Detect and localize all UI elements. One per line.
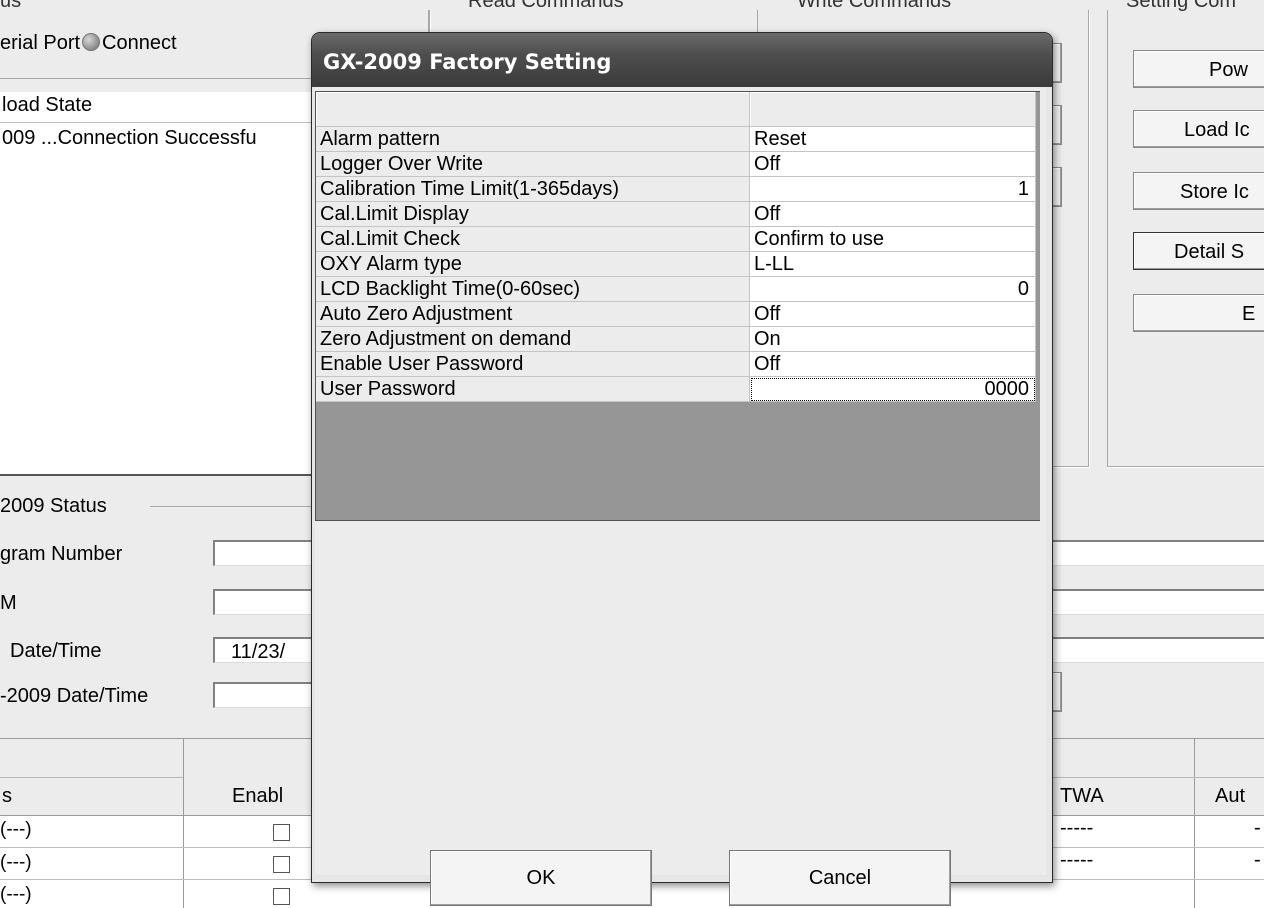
gx2009-date-time-label: -2009 Date/Time	[0, 685, 149, 707]
header-cell-name	[316, 92, 750, 127]
property-grid-header	[316, 92, 1036, 127]
enable-checkbox[interactable]	[273, 888, 290, 905]
enable-checkbox[interactable]	[273, 824, 290, 841]
sensor-row-name: (---)	[0, 819, 32, 840]
column-header-aut: Aut	[1215, 785, 1246, 807]
property-row[interactable]: Calibration Time Limit(1-365days) 1	[316, 176, 1036, 202]
property-value[interactable]: Off	[749, 151, 1036, 177]
rom-label: M	[0, 592, 17, 614]
header-divider	[1050, 777, 1264, 778]
property-label: Logger Over Write	[316, 151, 750, 177]
property-value[interactable]: 0	[749, 276, 1036, 302]
sensor-row-name: (---)	[0, 852, 32, 873]
connection-led-icon	[82, 33, 101, 51]
status-field-right-3	[1050, 637, 1264, 663]
property-value[interactable]: 0000	[749, 376, 1036, 402]
setting-commands-group-label: Setting Com	[1126, 0, 1237, 12]
status-group-label: 2009 Status	[0, 495, 107, 517]
factory-setting-dialog: GX-2009 Factory Setting Alarm pattern Res…	[311, 32, 1053, 906]
property-row[interactable]: Cal.Limit Display Off	[316, 201, 1036, 227]
serial-port-row: erial Port Connect	[0, 32, 177, 55]
property-row[interactable]: LCD Backlight Time(0-60sec) 0	[316, 276, 1036, 302]
column-header-twa: TWA	[1060, 785, 1104, 807]
sensor-row-aut: -	[1254, 817, 1261, 839]
property-label: Calibration Time Limit(1-365days)	[316, 176, 750, 202]
divider	[0, 78, 312, 79]
pc-date-time-field: 11/23/	[213, 637, 323, 663]
property-value[interactable]: 1	[749, 176, 1036, 202]
sensor-row-aut: -	[1254, 849, 1261, 871]
detail-setting-button[interactable]: Detail S	[1133, 232, 1264, 270]
status-group-line	[150, 506, 315, 507]
dialog-title[interactable]: GX-2009 Factory Setting	[312, 33, 1052, 87]
property-value[interactable]: Off	[749, 201, 1036, 227]
property-value[interactable]: Off	[749, 351, 1036, 377]
property-value[interactable]: On	[749, 326, 1036, 352]
property-grid[interactable]: Alarm pattern Reset Logger Over Write Off Ca…	[315, 91, 1040, 521]
store-id-button[interactable]: Store Ic	[1133, 172, 1264, 210]
sensor-row-twa: -----	[1060, 849, 1094, 871]
property-label: Cal.Limit Check	[316, 226, 750, 252]
rom-field	[213, 589, 323, 615]
write-commands-group-label: Write Commands	[797, 0, 952, 12]
column-header-status: s	[2, 785, 12, 807]
property-row[interactable]: OXY Alarm type L-LL	[316, 251, 1036, 277]
load-state-message: 009 ...Connection Successfu	[2, 127, 257, 149]
load-state-header: load State	[0, 92, 312, 123]
column-divider	[1194, 739, 1195, 908]
property-row[interactable]: Enable User Password Off	[316, 351, 1036, 377]
sensor-row-name: (---)	[0, 884, 32, 905]
header-divider	[0, 777, 183, 778]
header-cell-value	[749, 92, 1036, 127]
load-id-button[interactable]: Load Ic	[1133, 110, 1264, 148]
property-label: Enable User Password	[316, 351, 750, 377]
property-value[interactable]: Confirm to use	[749, 226, 1036, 252]
property-value[interactable]: L-LL	[749, 251, 1036, 277]
property-label: Auto Zero Adjustment	[316, 301, 750, 327]
load-state-list[interactable]: load State 009 ...Connection Successfu	[0, 92, 312, 476]
sensor-row-twa: -----	[1060, 817, 1094, 839]
property-row[interactable]: Auto Zero Adjustment Off	[316, 301, 1036, 327]
property-value[interactable]: Reset	[749, 126, 1036, 152]
enable-checkbox[interactable]	[273, 856, 290, 873]
pc-date-time-label: Date/Time	[10, 640, 102, 662]
power-button[interactable]: Pow	[1133, 50, 1264, 88]
dialog-client-area: Alarm pattern Reset Logger Over Write Off Ca…	[315, 87, 1046, 906]
property-row[interactable]: Cal.Limit Check Confirm to use	[316, 226, 1036, 252]
property-label: Cal.Limit Display	[316, 201, 750, 227]
status-field-right-1	[1050, 540, 1264, 566]
cancel-button[interactable]: Cancel	[729, 850, 951, 906]
property-row[interactable]: Logger Over Write Off	[316, 151, 1036, 177]
status-group-partial-label: us	[0, 0, 22, 12]
property-label: OXY Alarm type	[316, 251, 750, 277]
serial-port-label: erial Port	[0, 32, 81, 54]
property-table: Alarm pattern Reset Logger Over Write Off Ca…	[316, 92, 1036, 402]
column-divider	[183, 739, 184, 908]
exit-button[interactable]: E	[1133, 294, 1264, 332]
status-field-right-2	[1050, 589, 1264, 615]
gx2009-date-time-field	[213, 682, 323, 708]
property-label: Zero Adjustment on demand	[316, 326, 750, 352]
property-row[interactable]: Alarm pattern Reset	[316, 126, 1036, 152]
program-number-label: gram Number	[0, 543, 123, 565]
property-label: Alarm pattern	[316, 126, 750, 152]
connect-label: Connect	[102, 32, 177, 54]
read-commands-group-label: Read Commands	[468, 0, 624, 12]
property-row[interactable]: User Password 0000	[316, 376, 1036, 402]
property-label: LCD Backlight Time(0-60sec)	[316, 276, 750, 302]
property-row[interactable]: Zero Adjustment on demand On	[316, 326, 1036, 352]
program-number-field	[213, 540, 323, 566]
column-header-enable: Enabl	[232, 785, 284, 807]
property-label: User Password	[316, 376, 750, 402]
property-value[interactable]: Off	[749, 301, 1036, 327]
ok-button[interactable]: OK	[430, 850, 652, 906]
